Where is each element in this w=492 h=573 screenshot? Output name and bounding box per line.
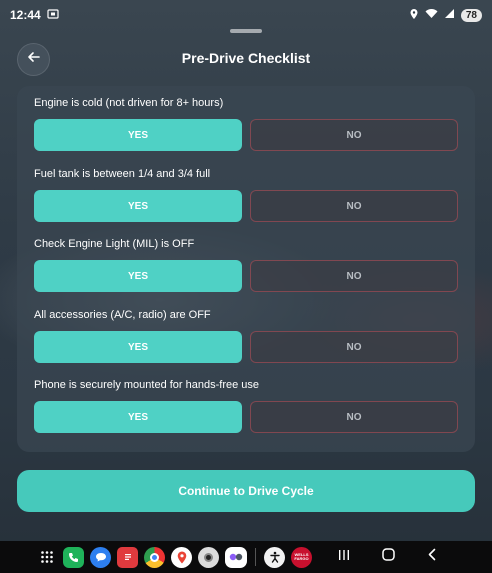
yes-button-check-engine[interactable]: YES [34,260,242,292]
maps-icon[interactable] [171,546,192,568]
navigation-bar: WELLS FARGO [0,541,492,573]
home-button[interactable] [376,545,400,569]
messages-icon[interactable] [90,546,111,568]
no-button-fuel-tank[interactable]: NO [250,190,458,222]
question-phone-mounted: Phone is securely mounted for hands-free… [34,379,260,391]
back-nav-button[interactable] [420,545,444,569]
chrome-icon[interactable] [144,546,165,568]
dock-divider [255,548,256,566]
app-dock: WELLS FARGO [36,545,312,569]
screenshot-icon [47,8,59,23]
phone-icon[interactable] [63,546,84,568]
header: Pre-Drive Checklist [0,40,492,80]
question-check-engine: Check Engine Light (MIL) is OFF [34,238,195,250]
apps-grid-icon[interactable] [36,547,57,568]
recent-apps-button[interactable] [332,545,356,569]
yes-button-accessories[interactable]: YES [34,331,242,363]
status-bar: 12:44 78 [0,0,492,30]
continue-button[interactable]: Continue to Drive Cycle [17,470,475,512]
question-fuel-tank: Fuel tank is between 1/4 and 3/4 full [34,168,211,180]
notes-icon[interactable] [117,546,138,568]
no-button-check-engine[interactable]: NO [250,260,458,292]
sheet-grabber[interactable] [230,29,262,33]
gallery-icon[interactable] [225,546,247,568]
yes-button-phone-mounted[interactable]: YES [34,401,242,433]
recent-apps-icon [338,548,350,566]
no-button-accessories[interactable]: NO [250,331,458,363]
checklist-card: Engine is cold (not driven for 8+ hours)… [17,86,475,452]
signal-icon [444,8,455,22]
camera-icon[interactable] [198,546,219,568]
accessibility-icon[interactable] [264,546,285,568]
battery-indicator: 78 [460,8,482,22]
no-button-phone-mounted[interactable]: NO [250,401,458,433]
question-engine-cold: Engine is cold (not driven for 8+ hours) [34,97,224,109]
page-title: Pre-Drive Checklist [181,50,311,66]
question-accessories: All accessories (A/C, radio) are OFF [34,309,211,321]
wells-fargo-icon[interactable]: WELLS FARGO [291,546,312,568]
no-button-engine-cold[interactable]: NO [250,119,458,151]
status-time: 12:44 [10,8,41,22]
yes-button-fuel-tank[interactable]: YES [34,190,242,222]
chevron-left-icon [427,548,437,566]
location-icon [409,8,419,23]
wifi-icon [425,8,438,22]
yes-button-engine-cold[interactable]: YES [34,119,242,151]
home-icon [381,548,395,566]
